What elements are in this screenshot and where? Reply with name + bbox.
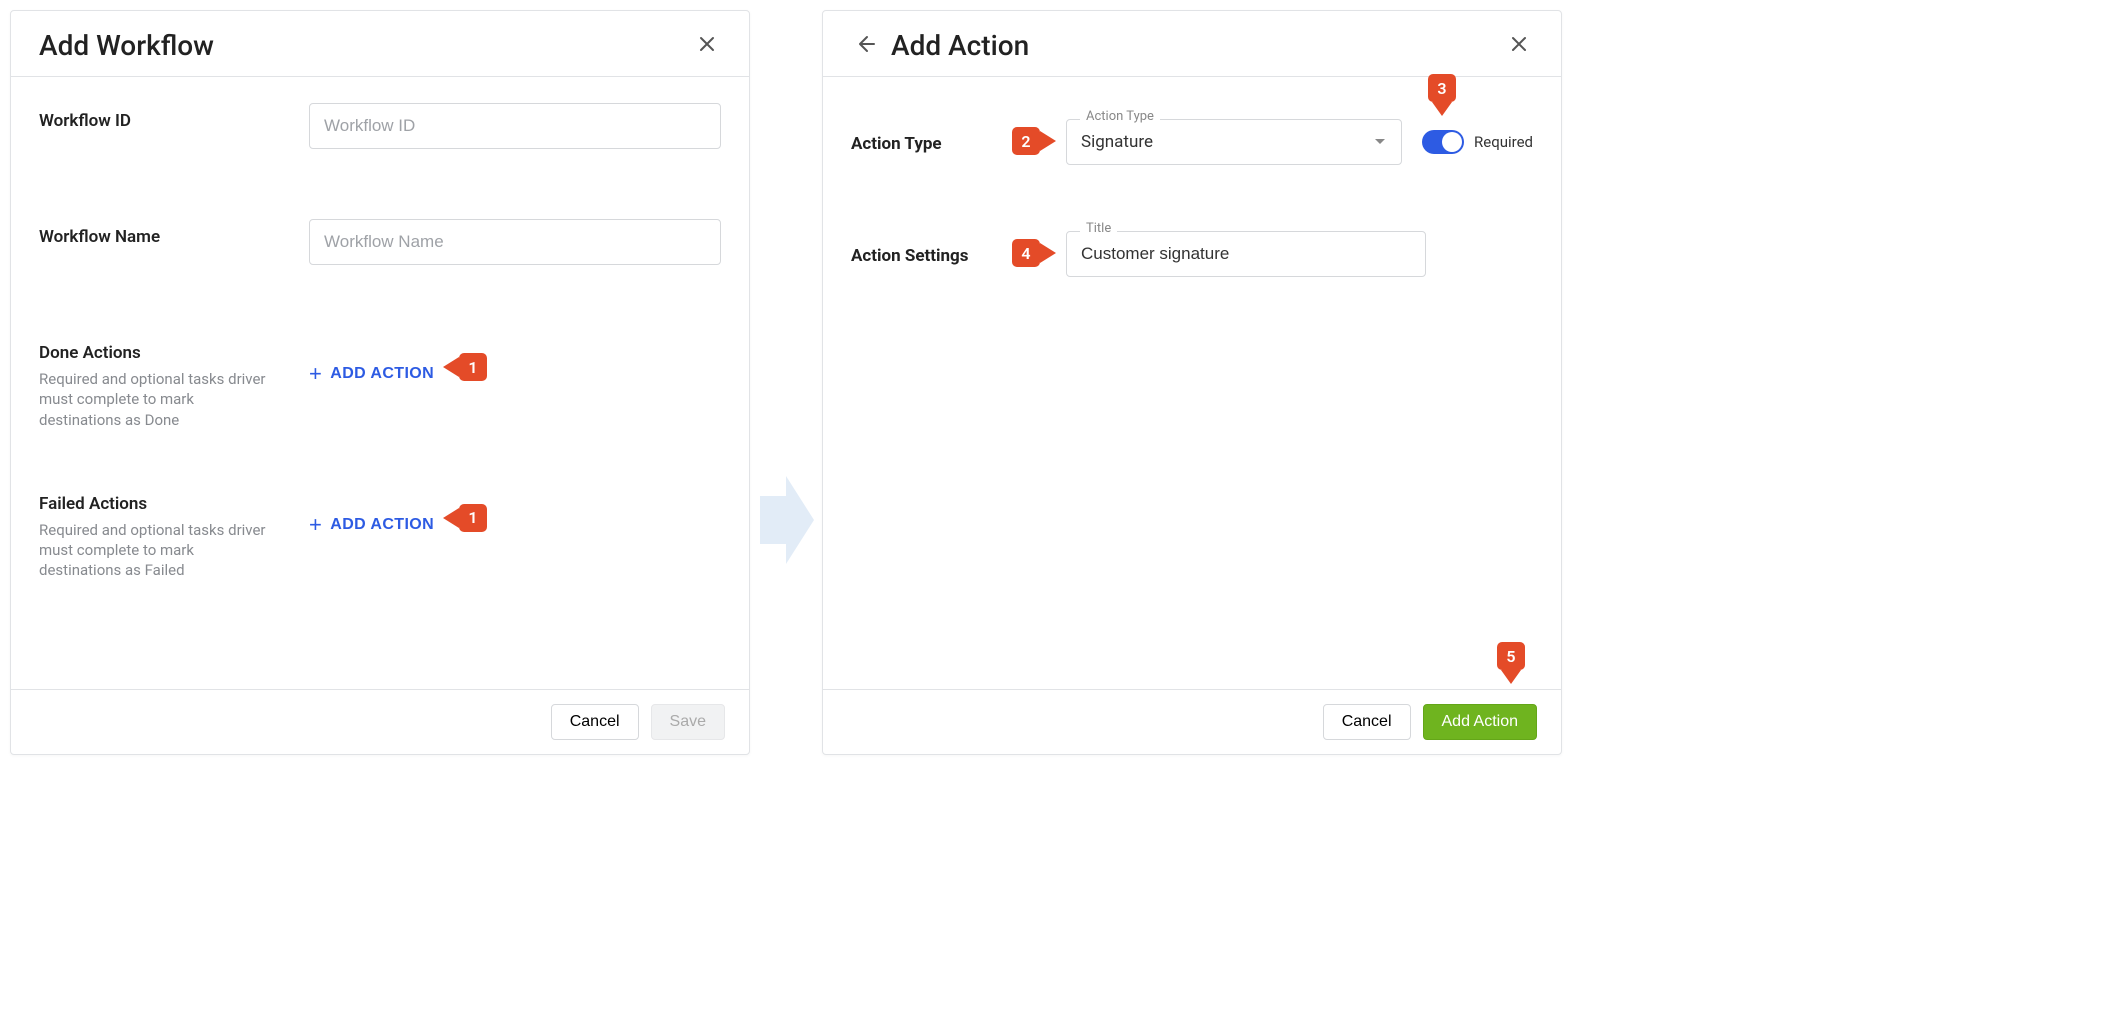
cancel-button[interactable]: Cancel (551, 704, 639, 740)
title-field-wrap: Title (1066, 231, 1426, 277)
arrow-right-icon (756, 472, 816, 573)
toggle-knob (1442, 132, 1462, 152)
workflow-name-label: Workflow Name (39, 227, 309, 247)
action-type-field-label: Action Type (1080, 109, 1160, 124)
workflow-name-input[interactable] (309, 219, 721, 265)
action-type-label: Action Type (851, 130, 1066, 154)
flow-arrow (750, 10, 822, 755)
close-button[interactable] (1505, 32, 1533, 60)
add-action-button[interactable]: Add Action (1423, 704, 1538, 740)
add-action-panel: Add Action Action Type 2 Action Type (822, 10, 1562, 755)
arrow-left-icon (443, 357, 459, 377)
panel-body: Workflow ID Workflow Name Done Actions R… (11, 77, 749, 689)
action-type-row: Action Type 2 Action Type Signature (851, 119, 1533, 165)
required-toggle[interactable] (1422, 130, 1464, 154)
annotation-badge: 1 (459, 504, 487, 532)
panel-body: Action Type 2 Action Type Signature (823, 77, 1561, 689)
add-done-action-button[interactable]: + ADD ACTION (309, 357, 434, 391)
panel-footer: Cancel Save (11, 689, 749, 754)
control-col: 4 Title (1066, 231, 1533, 277)
back-button[interactable] (851, 32, 879, 60)
label-col: Workflow ID (39, 103, 309, 131)
control-col (309, 219, 721, 265)
done-actions-label: Done Actions (39, 343, 309, 363)
panel-footer: 5 Cancel Add Action (823, 689, 1561, 754)
close-icon (1510, 35, 1528, 56)
title-field-label: Title (1080, 221, 1117, 236)
plus-icon: + (309, 514, 322, 536)
failed-actions-help: Required and optional tasks driver must … (39, 520, 269, 581)
add-action-label: ADD ACTION (330, 516, 434, 534)
control-col: + ADD ACTION 1 (309, 486, 721, 542)
workflow-name-row: Workflow Name (39, 219, 721, 265)
cancel-button[interactable]: Cancel (1323, 704, 1411, 740)
control-col: 2 Action Type Signature 3 (1066, 119, 1533, 165)
workflow-id-row: Workflow ID (39, 103, 721, 149)
close-button[interactable] (693, 32, 721, 60)
workflow-id-label: Workflow ID (39, 111, 309, 131)
panel-header: Add Workflow (11, 11, 749, 77)
label-col: Done Actions Required and optional tasks… (39, 335, 309, 430)
annotation-1b: 1 (443, 504, 487, 532)
required-toggle-label: Required (1474, 133, 1533, 151)
done-actions-row: Done Actions Required and optional tasks… (39, 335, 721, 430)
arrow-left-icon (443, 508, 459, 528)
annotation-badge: 3 (1428, 74, 1456, 102)
action-type-select[interactable]: Signature (1066, 119, 1402, 165)
control-col (309, 103, 721, 149)
label-col: Workflow Name (39, 219, 309, 247)
action-settings-row: Action Settings 4 Title (851, 231, 1533, 277)
failed-actions-label: Failed Actions (39, 494, 309, 514)
required-toggle-wrap: 3 Required (1422, 130, 1533, 154)
panel-title: Add Action (891, 29, 1505, 62)
save-button[interactable]: Save (651, 704, 725, 740)
arrow-left-icon (854, 33, 876, 58)
action-type-select-wrap: Action Type Signature (1066, 119, 1402, 165)
failed-actions-row: Failed Actions Required and optional tas… (39, 486, 721, 581)
two-panel-stage: Add Workflow Workflow ID Workflow Name (10, 10, 2105, 755)
action-settings-label: Action Settings (851, 242, 1066, 266)
annotation-badge: 1 (459, 353, 487, 381)
annotation-1a: 1 (443, 353, 487, 381)
arrow-down-icon (1432, 102, 1452, 116)
control-col: + ADD ACTION 1 (309, 335, 721, 391)
annotation-3: 3 (1428, 74, 1456, 116)
panel-title: Add Workflow (39, 29, 693, 62)
panel-header: Add Action (823, 11, 1561, 77)
workflow-id-input[interactable] (309, 103, 721, 149)
add-action-label: ADD ACTION (330, 365, 434, 383)
label-col: Failed Actions Required and optional tas… (39, 486, 309, 581)
add-failed-action-button[interactable]: + ADD ACTION (309, 508, 434, 542)
done-actions-help: Required and optional tasks driver must … (39, 369, 269, 430)
title-input[interactable] (1066, 231, 1426, 277)
plus-icon: + (309, 363, 322, 385)
close-icon (698, 35, 716, 56)
add-workflow-panel: Add Workflow Workflow ID Workflow Name (10, 10, 750, 755)
